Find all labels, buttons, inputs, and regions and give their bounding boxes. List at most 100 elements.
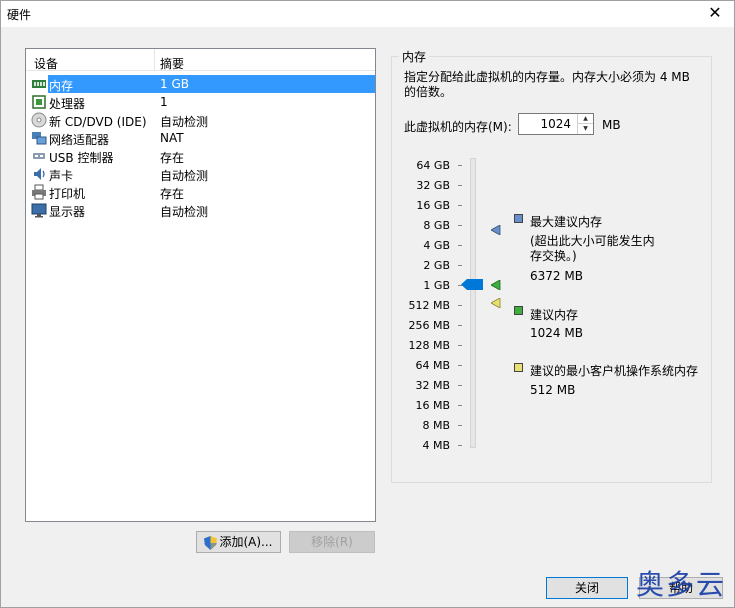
max-legend-note: (超出此大小可能发生内存交换。) [530, 234, 655, 263]
add-button-label: 添加(A)... [219, 535, 273, 549]
window-title: 硬件 [7, 8, 32, 22]
recommended-memory-marker [491, 280, 501, 290]
scale-label: 32 MB [415, 379, 450, 392]
usb-icon [33, 153, 45, 159]
memory-field-label: 此虚拟机的内存(M): [404, 120, 512, 134]
cpu-icon [32, 95, 46, 109]
scale-label: 64 GB [416, 159, 450, 172]
scale-tick [458, 305, 462, 306]
device-name: USB 控制器 [49, 151, 114, 165]
scale-label: 32 GB [416, 179, 450, 192]
scale-tick [458, 345, 462, 346]
device-summary: 自动检测 [160, 115, 209, 129]
scale-label: 8 MB [422, 419, 450, 432]
display-icon [31, 203, 47, 218]
scale-tick [458, 325, 462, 326]
device-name: 新 CD/DVD (IDE) [49, 115, 147, 129]
recommended-legend-swatch [514, 306, 523, 315]
column-header-device[interactable]: 设备 [34, 55, 58, 72]
spin-buttons: ▲ ▼ [577, 114, 593, 134]
device-name: 内存 [49, 79, 74, 93]
minimum-legend-value: 512 MB [530, 383, 576, 397]
close-button[interactable]: 关闭 [546, 577, 628, 599]
scale-label: 512 MB [408, 299, 450, 312]
sound-icon [34, 168, 45, 180]
device-name: 处理器 [49, 97, 86, 111]
scale-tick [458, 225, 462, 226]
device-row[interactable]: 打印机 存在 [26, 183, 375, 201]
shield-icon [204, 535, 218, 550]
memory-value[interactable]: 1024 [540, 117, 571, 131]
recommended-legend-label: 建议内存 [530, 308, 579, 322]
scale-label: 64 MB [415, 359, 450, 372]
device-summary: 存在 [160, 187, 185, 201]
device-row[interactable]: 显示器 自动检测 [26, 201, 375, 219]
max-legend-swatch [514, 214, 523, 223]
max-legend-label: 最大建议内存 [530, 215, 603, 229]
cd-icon [31, 112, 47, 128]
spin-up-icon[interactable]: ▲ [578, 114, 593, 124]
scale-tick [458, 425, 462, 426]
scale-tick [458, 205, 462, 206]
scale-label: 16 MB [415, 399, 450, 412]
device-row[interactable]: 新 CD/DVD (IDE) 自动检测 [26, 111, 375, 129]
memory-spinbox[interactable]: 1024 ▲ ▼ [518, 113, 594, 135]
scale-label: 8 GB [423, 219, 450, 232]
device-row[interactable]: 处理器 1 [26, 93, 375, 111]
device-name: 声卡 [49, 169, 74, 183]
scale-label: 4 GB [423, 239, 450, 252]
device-row[interactable]: 内存 1 GB [26, 75, 375, 93]
scale-label: 16 GB [416, 199, 450, 212]
scale-label: 128 MB [408, 339, 450, 352]
device-list[interactable]: 设备 摘要 内存 1 GB 处理器 1 新 CD/DVD (IDE) 自动检测 网络适配器 N… [25, 48, 376, 522]
remove-button-label: 移除(R) [311, 535, 353, 549]
device-row[interactable]: 声卡 自动检测 [26, 165, 375, 183]
memory-icon [32, 80, 46, 88]
network-icon [32, 132, 47, 145]
minimum-legend-label: 建议的最小客户机操作系统内存 [530, 364, 699, 378]
device-name: 显示器 [49, 205, 86, 219]
scale-tick [458, 445, 462, 446]
max-legend-value: 6372 MB [530, 269, 583, 283]
column-header-summary[interactable]: 摘要 [160, 55, 184, 72]
watermark-text: 奥多云 [635, 568, 726, 601]
device-name: 打印机 [49, 187, 86, 201]
device-summary: 自动检测 [160, 169, 209, 183]
memory-slider-thumb[interactable] [461, 279, 483, 290]
scale-label: 2 GB [423, 259, 450, 272]
close-icon[interactable]: ✕ [704, 3, 726, 25]
scale-tick [458, 165, 462, 166]
title-bar: 硬件 ✕ [1, 1, 734, 27]
device-summary: 自动检测 [160, 205, 209, 219]
memory-group-title: 内存 [399, 48, 430, 65]
remove-button[interactable]: 移除(R) [289, 531, 375, 553]
memory-description: 指定分配给此虚拟机的内存量。内存大小必须为 4 MB 的倍数。 [404, 70, 690, 99]
add-button[interactable]: 添加(A)... [196, 531, 281, 553]
device-row[interactable]: USB 控制器 存在 [26, 147, 375, 165]
memory-unit: MB [602, 118, 621, 132]
printer-icon [32, 184, 46, 200]
device-summary: 1 [160, 95, 168, 109]
minimum-legend-swatch [514, 363, 523, 372]
device-summary: NAT [160, 131, 184, 145]
max-memory-marker [491, 225, 501, 235]
minimum-memory-marker [491, 298, 501, 308]
device-row[interactable]: 网络适配器 NAT [26, 129, 375, 147]
scale-tick [458, 405, 462, 406]
scale-label: 1 GB [423, 279, 450, 292]
device-summary: 1 GB [160, 77, 189, 91]
scale-tick [458, 385, 462, 386]
recommended-legend-value: 1024 MB [530, 326, 583, 340]
scale-label: 4 MB [422, 439, 450, 452]
device-rows: 内存 1 GB 处理器 1 新 CD/DVD (IDE) 自动检测 网络适配器 NAT USB … [26, 75, 375, 219]
list-header: 设备 摘要 [26, 49, 375, 71]
hardware-dialog: 硬件 ✕ 设备 摘要 内存 1 GB 处理器 1 新 CD/DVD (IDE) 自动检测网… [0, 0, 735, 608]
device-name: 网络适配器 [49, 133, 110, 147]
scale-tick [458, 265, 462, 266]
spin-down-icon[interactable]: ▼ [578, 124, 593, 134]
close-button-label: 关闭 [574, 581, 599, 595]
device-summary: 存在 [160, 151, 185, 165]
scale-tick [458, 365, 462, 366]
scale-tick [458, 185, 462, 186]
memory-slider-track[interactable] [470, 158, 476, 448]
